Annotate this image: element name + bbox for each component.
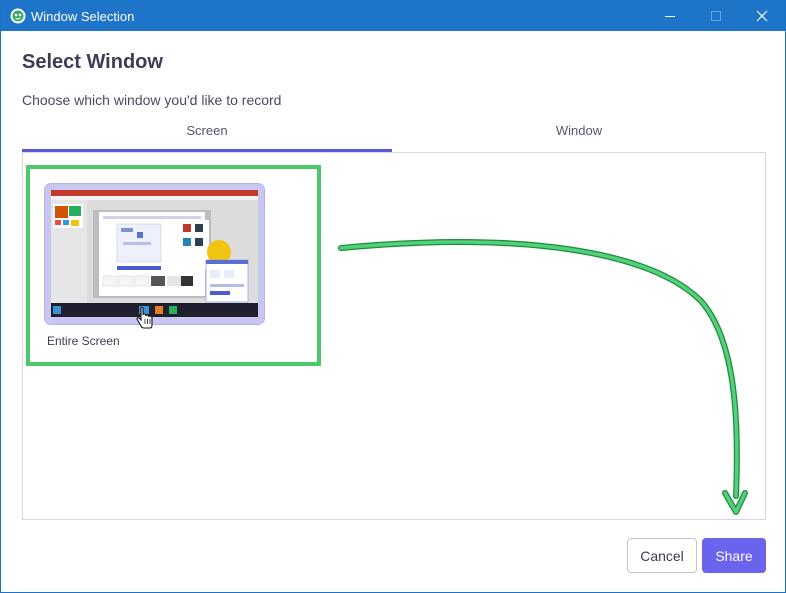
share-button[interactable]: Share	[702, 538, 766, 573]
maximize-icon	[711, 11, 721, 21]
close-button[interactable]	[739, 1, 785, 31]
hand-cursor-icon	[136, 307, 153, 329]
window-selection-dialog: Window Selection Select Window Choose wh…	[0, 0, 786, 593]
entire-screen-thumbnail[interactable]	[44, 183, 265, 325]
app-logo-icon	[10, 8, 26, 24]
title-bar[interactable]: Window Selection	[1, 1, 785, 31]
entire-screen-label: Entire Screen	[47, 334, 120, 348]
cancel-button[interactable]: Cancel	[627, 538, 697, 573]
minimize-icon	[665, 16, 675, 17]
screen-preview-image	[51, 190, 258, 317]
tab-screen[interactable]: Screen	[22, 121, 392, 151]
dialog-subtitle: Choose which window you'd like to record	[22, 92, 282, 108]
window-title: Window Selection	[31, 9, 135, 24]
dialog-heading: Select Window	[22, 51, 163, 73]
minimize-button[interactable]	[647, 1, 693, 31]
maximize-button[interactable]	[693, 1, 739, 31]
close-icon	[756, 10, 768, 22]
screen-preview-graphic	[51, 190, 258, 317]
tab-window[interactable]: Window	[392, 121, 766, 151]
